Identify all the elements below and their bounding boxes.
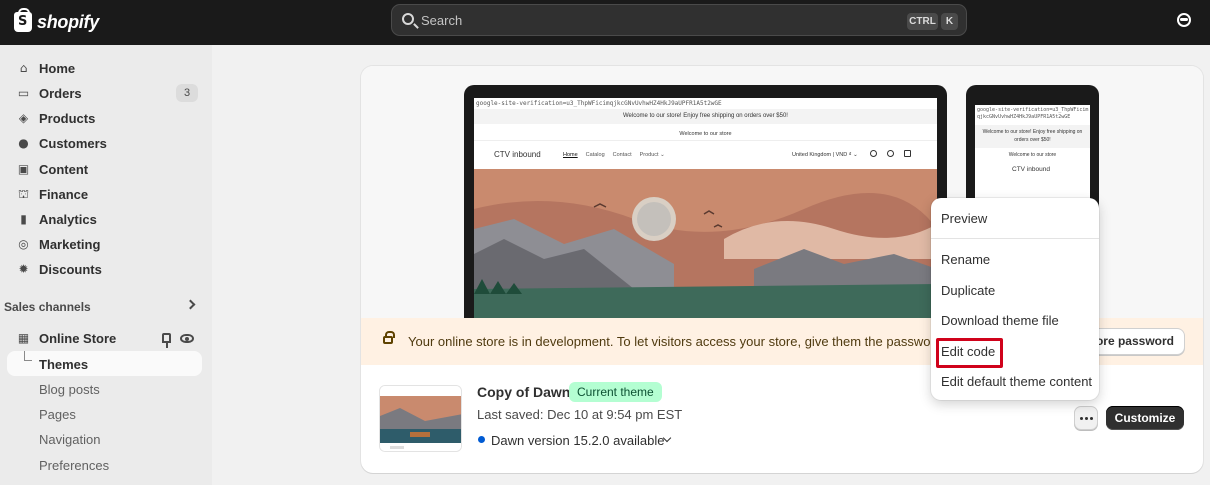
status-dot-icon [478,436,485,443]
sidebar-subitem-blog-posts[interactable]: Blog posts [39,382,100,397]
eye-icon[interactable] [180,334,194,343]
sidebar-item-products[interactable]: ◈ Products [7,106,202,130]
more-actions-button[interactable] [1074,406,1098,430]
target-icon: ◎ [18,237,29,251]
menu-item-download-theme-file[interactable]: Download theme file [941,313,1059,328]
sidebar-subitem-themes[interactable]: Themes [39,357,88,372]
sidebar-item-analytics[interactable]: ▮ Analytics [7,207,202,231]
image-icon: ▣ [17,162,30,176]
theme-name: Copy of Dawn [477,384,571,400]
thumbnail-image [380,386,461,451]
search-placeholder: Search [421,13,463,28]
cart-icon [904,150,911,157]
customize-button[interactable]: Customize [1106,406,1184,430]
sidebar-subitem-themes-bg[interactable] [7,351,202,376]
store-nav-item: Home [563,152,578,158]
dot [1079,416,1083,420]
sidebar-item-label: Home [39,61,76,76]
theme-thumbnail[interactable] [379,385,462,452]
sales-channels-heading: Sales channels [4,300,91,314]
search-bar[interactable]: Search CTRL K [391,4,967,36]
sidebar-item-label: Finance [39,187,89,202]
welcome-bar: Welcome to our store [474,127,937,141]
shortcut-ctrl-key: CTRL [907,13,938,30]
hero-illustration [474,169,937,318]
sidebar-item-home[interactable]: ⌂ Home [7,56,202,80]
home-icon: ⌂ [19,61,28,75]
shopify-logo[interactable]: shopify [14,8,99,35]
desktop-screen: google-site-verification=u3_ThpWFicimqjk… [474,98,937,318]
sidebar-item-discounts[interactable]: ✹ Discounts [7,257,202,281]
sidebar-item-content[interactable]: ▣ Content [7,157,202,181]
current-theme-badge: Current theme [569,382,662,402]
menu-item-rename[interactable]: Rename [941,252,990,267]
chevron-right-icon[interactable] [185,299,196,310]
inbox-icon: ▭ [17,86,30,100]
dot [1084,416,1088,420]
account-icon [887,150,894,157]
version-update-text[interactable]: Dawn version 15.2.0 available [491,433,664,448]
store-name: CTV inbound [494,150,541,159]
sidebar-item-customers[interactable]: ● Customers [7,131,202,155]
discount-icon: ✹ [18,262,29,276]
shortcut-k-key: K [941,13,958,30]
sidebar-subitem-preferences[interactable]: Preferences [39,458,109,473]
tree-connector [24,351,32,361]
sidebar: ⌂ Home ▭ Orders 3 ◈ Products ● Customers… [0,45,212,485]
store-nav: Home Catalog Contact Product ⌄ [563,152,665,158]
sidebar-item-label: Orders [39,86,82,101]
shopify-bag-icon [14,8,32,32]
store-name: CTV inbound [1012,166,1050,173]
sidebar-item-orders[interactable]: ▭ Orders 3 [7,81,202,105]
sidebar-item-label: Online Store [39,331,117,346]
store-nav-item: Catalog [585,152,605,158]
announcement-bar: Welcome to our store! Enjoy free shippin… [474,109,937,124]
verification-text: google-site-verification=u3_ThpWFicimqjk… [476,100,722,107]
profile-icon[interactable] [1177,13,1191,27]
store-nav-item: Contact [612,152,632,158]
sidebar-subitem-pages[interactable]: Pages [39,407,76,422]
pin-icon[interactable] [162,333,171,348]
bar-chart-icon: ▮ [20,212,27,226]
menu-item-edit-default-theme-content[interactable]: Edit default theme content [941,374,1092,389]
menu-divider [931,238,1099,239]
brand-name: shopify [37,11,99,32]
sidebar-item-label: Products [39,111,96,126]
lock-icon [383,331,395,344]
theme-actions-menu: Preview Rename Duplicate Download theme … [931,198,1099,400]
sidebar-item-label: Content [39,162,89,177]
verification-text: google-site-verification=u3_ThpWFicimqjk… [977,107,1089,120]
dot [1089,416,1093,420]
sidebar-item-label: Marketing [39,237,101,252]
storefront-icon: ▦ [17,331,30,345]
announcement-bar: Welcome to our store! Enjoy free shippin… [975,125,1090,148]
tag-icon: ◈ [18,111,29,125]
sidebar-item-marketing[interactable]: ◎ Marketing [7,232,202,256]
edit-code-highlight [936,338,1003,368]
last-saved-text: Last saved: Dec 10 at 9:54 pm EST [477,407,683,422]
sidebar-subitem-navigation[interactable]: Navigation [39,432,100,447]
welcome-bar: Welcome to our store [1008,152,1057,158]
sidebar-item-label: Analytics [39,212,97,227]
sidebar-item-label: Customers [39,136,107,151]
menu-item-duplicate[interactable]: Duplicate [941,283,995,298]
orders-count-badge: 3 [176,84,198,102]
search-icon [402,13,414,25]
desktop-preview: google-site-verification=u3_ThpWFicimqjk… [464,85,947,318]
person-icon: ● [18,136,29,150]
banner-message: Your online store is in development. To … [408,334,946,349]
store-nav-item: Product ⌄ [639,152,665,158]
top-bar: shopify Search CTRL K [0,0,1210,45]
bank-icon: ⛫ [17,187,30,201]
region-selector: United Kingdom | VND ₫ ⌄ [792,152,858,158]
menu-item-preview[interactable]: Preview [941,211,987,226]
sidebar-item-online-store[interactable]: ▦ Online Store [7,326,202,350]
sidebar-item-label: Discounts [39,262,102,277]
search-icon [870,150,877,157]
sidebar-item-finance[interactable]: ⛫ Finance [7,182,202,206]
